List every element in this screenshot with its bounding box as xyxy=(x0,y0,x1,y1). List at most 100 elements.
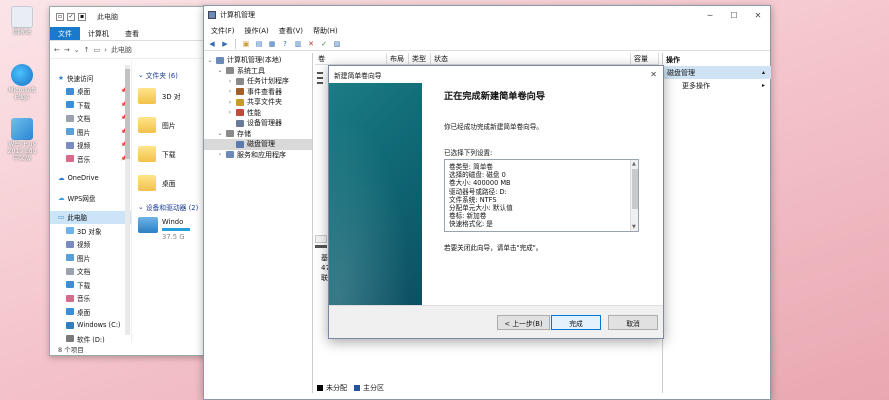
col-type[interactable]: 类型 xyxy=(409,53,431,64)
expander-icon[interactable]: › xyxy=(227,99,233,106)
legend-swatch-primary xyxy=(354,385,360,391)
sidebar-item[interactable]: Windows (C:) xyxy=(50,319,131,333)
sidebar-item[interactable]: 3D 对象 xyxy=(50,224,131,238)
expander-icon[interactable]: › xyxy=(227,78,233,85)
edge-shortcut[interactable]: Microsoft Edge xyxy=(2,64,42,101)
menu-file[interactable]: 文件(F) xyxy=(206,26,240,36)
back-arrow-icon[interactable]: ← xyxy=(54,46,60,54)
tab-file[interactable]: 文件 xyxy=(50,27,80,40)
actions-disk-management[interactable]: 磁盘管理 ▴ xyxy=(663,66,771,79)
help-icon[interactable]: ? xyxy=(280,39,290,49)
folder-item[interactable]: 下载 xyxy=(138,139,206,168)
scroll-down-icon[interactable]: ▼ xyxy=(632,223,636,231)
quick-access-toolbar-icon[interactable]: ▫ xyxy=(56,13,64,21)
show-tree-icon[interactable]: ▤ xyxy=(254,39,264,49)
hscroll-left-icon[interactable] xyxy=(315,235,327,243)
list-view-icon[interactable]: ▥ xyxy=(293,39,303,49)
folder-item[interactable]: 图片 xyxy=(138,110,206,139)
properties-icon[interactable]: ✓ xyxy=(67,13,75,21)
cancel-button[interactable]: 取消 xyxy=(608,315,658,330)
nav-this-pc[interactable]: ▭ 此电脑 xyxy=(50,210,131,224)
expander-icon[interactable]: ⌄ xyxy=(207,57,213,64)
sidebar-item[interactable]: 图片 xyxy=(50,251,131,265)
sidebar-item[interactable]: 文档 xyxy=(50,265,131,279)
nav-scrollbar[interactable] xyxy=(125,65,130,335)
sidebar-item-label: 图片 xyxy=(77,128,91,137)
expander-icon[interactable]: › xyxy=(227,88,233,95)
folder-item[interactable]: 3D 对 xyxy=(138,81,206,110)
expander-icon[interactable]: ⌄ xyxy=(217,67,223,74)
expander-icon[interactable]: › xyxy=(227,109,233,116)
col-layout[interactable]: 布局 xyxy=(387,53,409,64)
scroll-up-icon[interactable]: ▲ xyxy=(632,160,636,168)
finish-button[interactable]: 完成 xyxy=(551,315,601,330)
drive-c[interactable]: Windo 37.5 G xyxy=(138,217,206,242)
tab-computer[interactable]: 计算机 xyxy=(80,27,117,40)
sidebar-item[interactable]: 视频 📌 xyxy=(50,139,131,153)
col-volume[interactable]: 卷 xyxy=(315,53,387,64)
folder-item[interactable]: 桌面 xyxy=(138,168,206,197)
close-icon[interactable]: ✕ xyxy=(650,70,657,79)
sidebar-item[interactable]: 桌面 📌 xyxy=(50,85,131,99)
actions-more[interactable]: 更多操作 ▸ xyxy=(663,79,771,92)
nav-onedrive[interactable]: ☁ OneDrive xyxy=(50,172,131,186)
tree-item[interactable]: 磁盘管理 xyxy=(204,139,312,150)
tree-item[interactable]: › 服务和应用程序 xyxy=(204,150,312,161)
sidebar-item[interactable]: 音乐 📌 xyxy=(50,152,131,166)
forward-arrow-icon[interactable]: ▶ xyxy=(220,39,230,49)
tree-item[interactable]: › 共享文件夹 xyxy=(204,97,312,108)
nav-quick-access[interactable]: ★ 快速访问 xyxy=(50,71,131,85)
nav-wps-drive[interactable]: ☁ WPS网盘 xyxy=(50,191,131,205)
chevron-down-icon[interactable]: ⌄ xyxy=(74,46,80,54)
col-capacity[interactable]: 容量 xyxy=(631,53,659,64)
folder-new-icon[interactable]: ▪ xyxy=(78,13,86,21)
wps-shortcut[interactable]: WPS Plus 2019 Edu 中文版 xyxy=(2,118,42,162)
sidebar-item[interactable]: 桌面 xyxy=(50,305,131,319)
minimize-icon[interactable]: ─ xyxy=(698,11,722,20)
recycle-bin-shortcut[interactable]: 回收站 xyxy=(2,6,42,36)
settings-scrollbar[interactable]: ▲ ▼ xyxy=(630,160,638,231)
forward-arrow-icon[interactable]: → xyxy=(64,46,70,54)
tab-view[interactable]: 查看 xyxy=(117,27,147,40)
col-status[interactable]: 状态 xyxy=(431,53,631,64)
menu-help[interactable]: 帮助(H) xyxy=(308,26,343,36)
properties-icon[interactable]: ▦ xyxy=(267,39,277,49)
check-icon[interactable]: ✓ xyxy=(319,39,329,49)
tree-item[interactable]: ⌄ 计算机管理(本地) xyxy=(204,55,312,66)
volume-list[interactable] xyxy=(317,69,323,87)
up-folder-icon[interactable]: ▣ xyxy=(241,39,251,49)
folders-section-header[interactable]: ⌄ 文件夹 (6) xyxy=(138,69,206,81)
tree-item[interactable]: › 事件查看器 xyxy=(204,87,312,98)
sidebar-item[interactable]: 文档 📌 xyxy=(50,112,131,126)
tree-item[interactable]: › 任务计划程序 xyxy=(204,76,312,87)
sidebar-item[interactable]: 下载 📌 xyxy=(50,98,131,112)
delete-icon[interactable]: ✕ xyxy=(306,39,316,49)
folder-label: 3D 对 xyxy=(162,92,181,101)
address-bar[interactable]: ← → ⌄ ↑ ▭ › 此电脑 xyxy=(50,41,206,59)
maximize-icon[interactable]: ☐ xyxy=(722,11,746,20)
back-button[interactable]: < 上一步(B) xyxy=(497,315,550,330)
settings-icon[interactable]: ▧ xyxy=(332,39,342,49)
actions-pane: 操作 磁盘管理 ▴ 更多操作 ▸ xyxy=(662,53,771,393)
recycle-bin-icon xyxy=(11,6,33,28)
actions-more-label: 更多操作 xyxy=(682,81,710,90)
close-icon[interactable]: ✕ xyxy=(746,11,770,20)
expander-icon[interactable]: › xyxy=(217,151,223,158)
tree-item[interactable]: › 性能 xyxy=(204,108,312,119)
tree-item[interactable]: 设备管理器 xyxy=(204,118,312,129)
setting-line: 分配单元大小: 默认值 xyxy=(449,204,513,213)
up-arrow-icon[interactable]: ↑ xyxy=(84,46,90,54)
expander-icon[interactable]: ⌄ xyxy=(217,130,223,137)
back-arrow-icon[interactable]: ◀ xyxy=(207,39,217,49)
sidebar-item-label: 文档 xyxy=(77,268,91,277)
devices-section-header[interactable]: ⌄ 设备和驱动器 (2) xyxy=(138,201,206,213)
menu-view[interactable]: 查看(V) xyxy=(274,26,308,36)
tree-item[interactable]: ⌄ 存储 xyxy=(204,129,312,140)
sidebar-item[interactable]: 音乐 xyxy=(50,292,131,306)
sidebar-item[interactable]: 下载 xyxy=(50,278,131,292)
sidebar-item[interactable]: 视频 xyxy=(50,238,131,252)
tree-item[interactable]: ⌄ 系统工具 xyxy=(204,66,312,77)
menu-action[interactable]: 操作(A) xyxy=(240,26,274,36)
wizard-settings-list[interactable]: 卷类型: 简单卷 选择的磁盘: 磁盘 0 卷大小: 400000 MB 驱动器号或路径… xyxy=(444,159,639,232)
sidebar-item[interactable]: 图片 📌 xyxy=(50,125,131,139)
